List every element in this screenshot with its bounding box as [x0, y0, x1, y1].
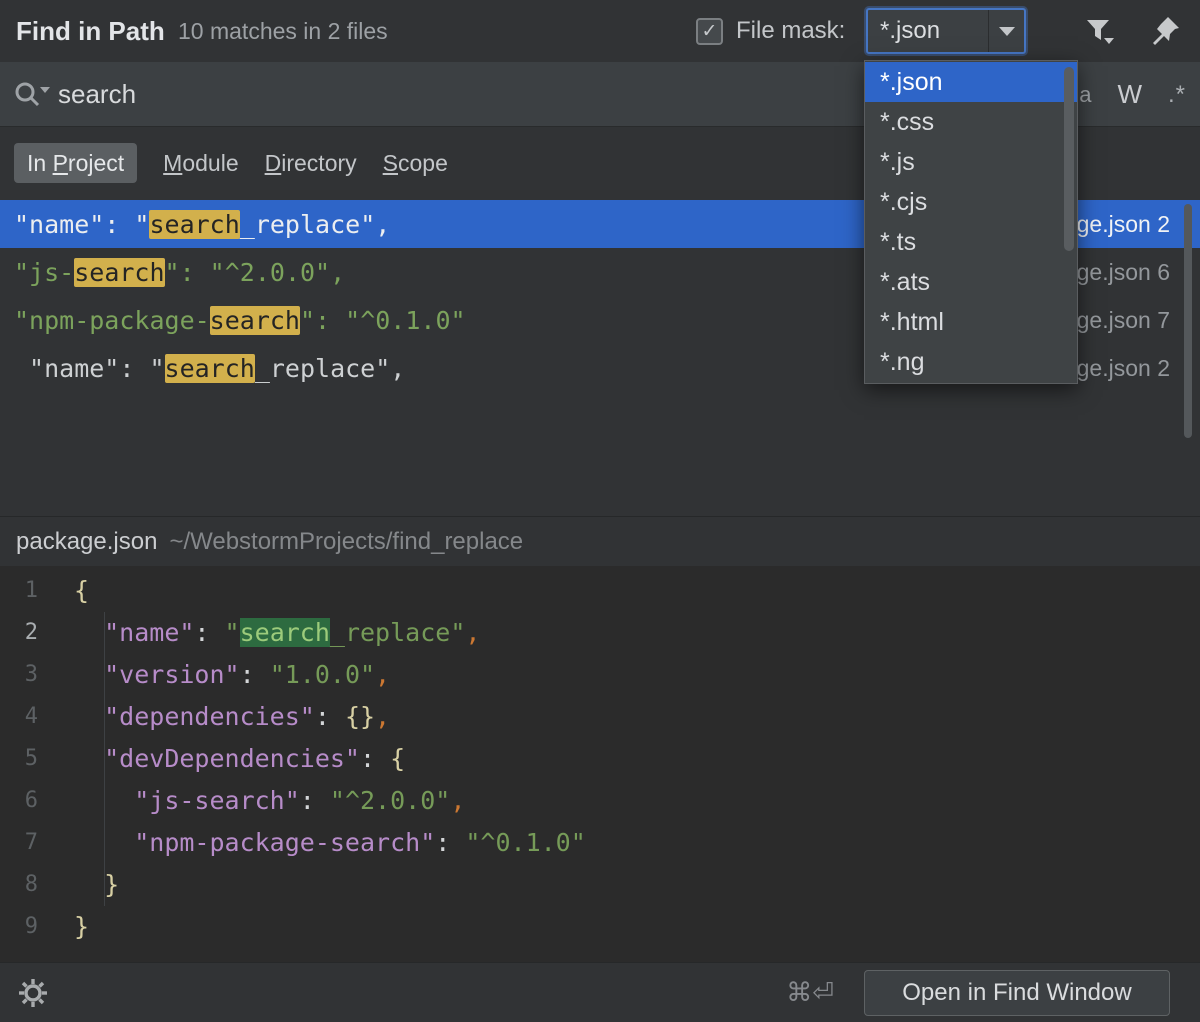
result-text: "name": "search_replace",	[14, 354, 405, 383]
dialog-header: Find in Path 10 matches in 2 files ✓ Fil…	[0, 0, 1200, 62]
whole-words-toggle[interactable]: W	[1117, 79, 1142, 110]
file-mask-option[interactable]: *.css	[865, 102, 1077, 142]
file-mask-option[interactable]: *.js	[865, 142, 1077, 182]
scope-tab-directory[interactable]: Directory	[265, 143, 357, 183]
checkmark-icon: ✓	[702, 22, 718, 41]
line-number: 4	[0, 696, 38, 738]
match-highlight: search	[210, 306, 300, 335]
code-line: }	[74, 906, 1200, 948]
match-highlight: search	[165, 354, 255, 383]
file-mask-option[interactable]: *.html	[865, 302, 1077, 342]
match-highlight: search	[149, 210, 239, 239]
file-mask-dropdown-list: *.json*.css*.js*.cjs*.ts*.ats*.html*.ng	[865, 62, 1077, 382]
filter-button[interactable]	[1080, 12, 1118, 50]
preview-header: package.json ~/WebstormProjects/find_rep…	[0, 516, 1200, 566]
line-number: 8	[0, 864, 38, 906]
preview-editor: 123456789 { "name": "search_replace", "v…	[0, 566, 1200, 962]
line-number: 3	[0, 654, 38, 696]
preview-file-path: ~/WebstormProjects/find_replace	[169, 528, 523, 556]
preview-file-name: package.json	[16, 528, 157, 556]
pushpin-icon	[1148, 14, 1182, 48]
combo-dropdown-button[interactable]	[988, 10, 1024, 52]
code-line: "npm-package-search": "^0.1.0"	[74, 822, 1200, 864]
line-number: 7	[0, 822, 38, 864]
open-shortcut-hint: ⌘⏎	[786, 978, 834, 1008]
settings-button[interactable]	[16, 976, 50, 1010]
code-line: "js-search": "^2.0.0",	[74, 780, 1200, 822]
chevron-down-icon	[999, 27, 1015, 36]
file-mask-option[interactable]: *.cjs	[865, 182, 1077, 222]
match-case-toggle[interactable]: a	[1079, 82, 1091, 108]
result-text: "js-search": "^2.0.0",	[14, 258, 345, 287]
open-in-find-window-button[interactable]: Open in Find Window	[864, 970, 1170, 1016]
code-line: {	[74, 570, 1200, 612]
code-line: }	[74, 864, 1200, 906]
line-number: 2	[0, 612, 38, 654]
search-toggles: a W .*	[1079, 62, 1186, 127]
editor-gutter: 123456789	[0, 570, 38, 948]
file-mask-value: *.json	[868, 10, 988, 52]
search-input[interactable]: search	[58, 62, 136, 127]
match-count: 10 matches in 2 files	[178, 0, 388, 62]
pin-button[interactable]	[1146, 12, 1184, 50]
result-text: "name": "search_replace",	[14, 210, 390, 239]
dialog-title: Find in Path	[16, 0, 165, 62]
dialog-footer: ⌘⏎ Open in Find Window	[0, 962, 1200, 1022]
code-line: "name": "search_replace",	[74, 612, 1200, 654]
match-highlight: search	[74, 258, 164, 287]
funnel-icon	[1082, 14, 1116, 48]
file-mask-combobox[interactable]: *.json	[866, 8, 1026, 54]
find-in-path-dialog: Find in Path 10 matches in 2 files ✓ Fil…	[0, 0, 1200, 1022]
scope-tab-module[interactable]: Module	[163, 143, 238, 183]
line-number: 6	[0, 780, 38, 822]
file-mask-option[interactable]: *.ats	[865, 262, 1077, 302]
code-line: "devDependencies": {	[74, 738, 1200, 780]
file-mask-option[interactable]: *.ts	[865, 222, 1077, 262]
gear-icon	[16, 976, 50, 1010]
editor-code: { "name": "search_replace", "version": "…	[74, 570, 1200, 948]
result-text: "npm-package-search": "^0.1.0"	[14, 306, 466, 335]
code-line: "version": "1.0.0",	[74, 654, 1200, 696]
results-scrollbar[interactable]	[1184, 204, 1192, 438]
file-mask-dropdown: *.json*.css*.js*.cjs*.ts*.ats*.html*.ng	[864, 60, 1078, 384]
file-mask-option[interactable]: *.ng	[865, 342, 1077, 382]
file-mask-checkbox[interactable]: ✓	[696, 18, 723, 45]
line-number: 5	[0, 738, 38, 780]
scope-tabs: In Project Module Directory Scope	[14, 142, 448, 184]
file-mask-label: File mask:	[736, 0, 845, 62]
file-mask-option[interactable]: *.json	[865, 62, 1077, 102]
search-icon[interactable]	[12, 78, 52, 112]
regex-toggle[interactable]: .*	[1168, 81, 1186, 109]
scope-tab-scope[interactable]: Scope	[383, 143, 448, 183]
scope-tab-project[interactable]: In Project	[14, 143, 137, 183]
line-number: 1	[0, 570, 38, 612]
line-number: 9	[0, 906, 38, 948]
code-line: "dependencies": {},	[74, 696, 1200, 738]
dropdown-scrollbar[interactable]	[1064, 67, 1074, 251]
